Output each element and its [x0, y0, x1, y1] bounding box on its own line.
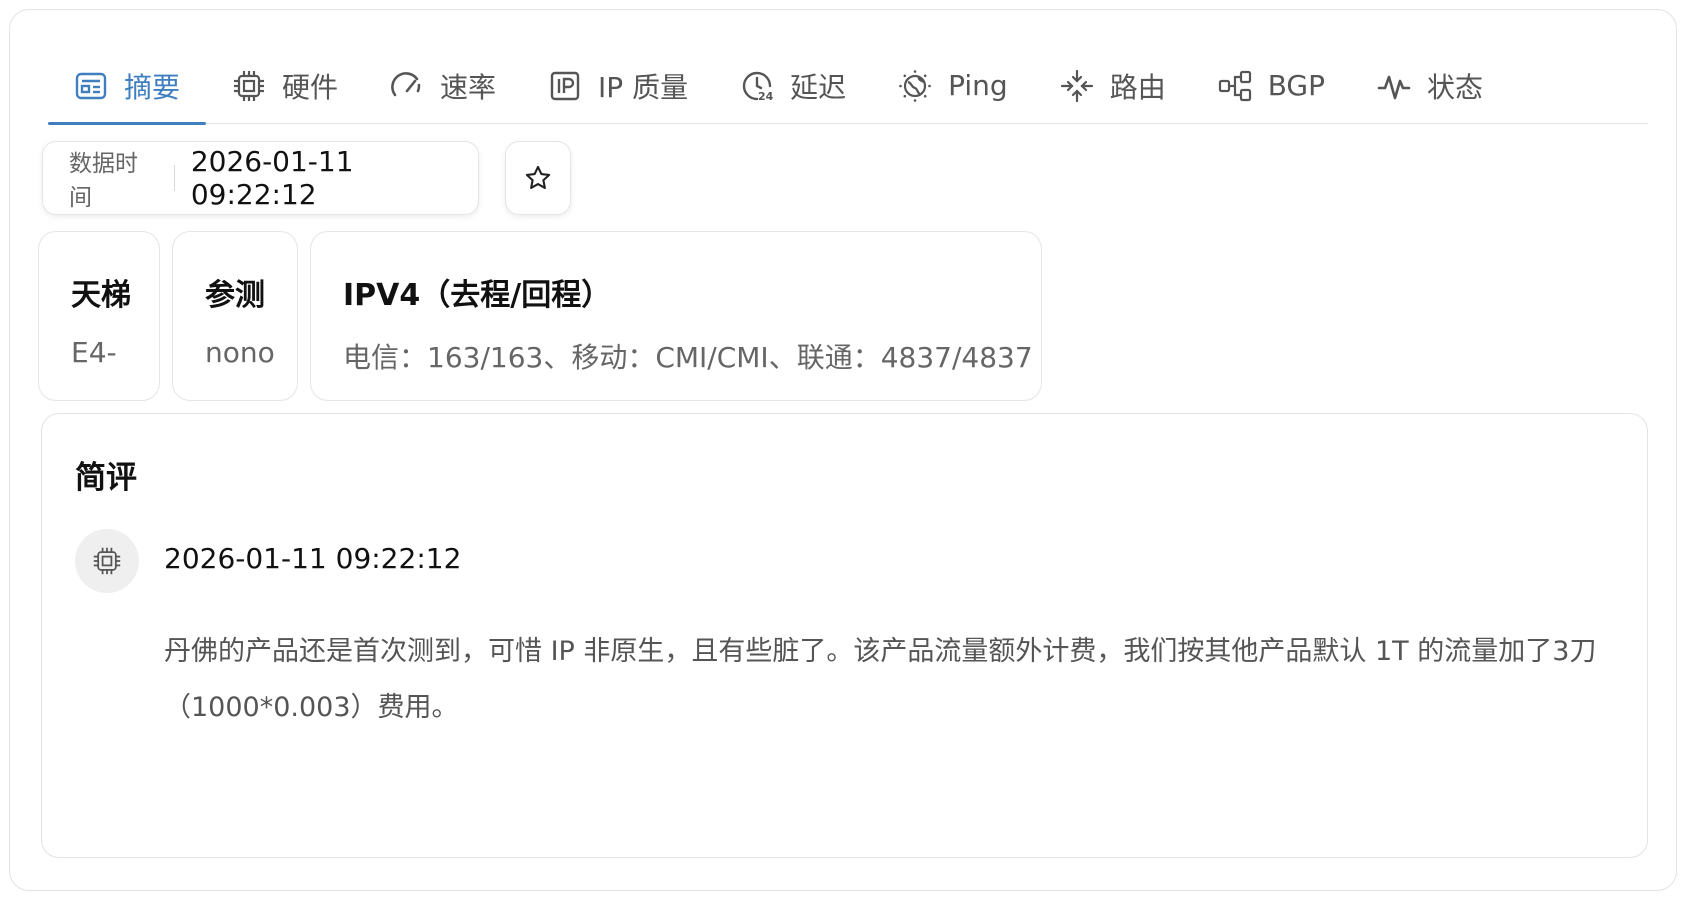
data-time-label: 数据时间 [69, 151, 138, 211]
tab-label: BGP [1267, 69, 1326, 102]
globe-icon [898, 69, 932, 103]
tab-label: 路由 [1109, 70, 1166, 104]
ipv4-title: IPV4（去程/回程） [343, 278, 612, 313]
tab-label: Ping [948, 69, 1008, 102]
tab-label: 状态 [1427, 70, 1484, 104]
tab-label: 延迟 [790, 70, 847, 104]
review-body: 丹佛的产品还是首次测到，可惜 IP 非原生，且有些脏了。该产品流量额外计费，我们… [164, 636, 1597, 723]
chip-icon [92, 546, 122, 576]
tab-speed[interactable]: 速率 [364, 48, 522, 123]
ipv4-value: 电信：163/163、移动：CMI/CMI、联通：4837/4837 [343, 341, 1033, 374]
ip-icon [548, 69, 582, 103]
review-title: 简评 [75, 460, 137, 496]
route-arrows-icon [1060, 69, 1094, 103]
network-nodes-icon [1218, 69, 1252, 103]
tester-value: nono [205, 336, 275, 369]
tab-ping[interactable]: Ping [872, 48, 1034, 123]
tab-status[interactable]: 状态 [1351, 48, 1509, 123]
ladder-card: 天梯 E4- [38, 231, 160, 401]
tester-card: 参测 nono [172, 231, 298, 401]
tab-bgp[interactable]: BGP [1192, 48, 1351, 123]
tab-label: 硬件 [282, 70, 339, 104]
data-time-box: 数据时间 2026-01-11 09:22:12 [42, 141, 479, 215]
tab-bar: 摘要 硬件 速率 IP 质量 24 延迟 Ping 路由 BGP 状态 [48, 48, 1648, 125]
ladder-value: E4- [71, 336, 117, 369]
summary-icon [74, 69, 108, 103]
tab-summary[interactable]: 摘要 [48, 48, 207, 125]
review-panel: 简评 2026-01-11 09:22:12 丹佛的产品还是首次测到，可惜 IP… [41, 413, 1648, 858]
chip-icon [232, 69, 266, 103]
tab-label: IP 质量 [598, 70, 689, 104]
pulse-icon [1377, 69, 1411, 103]
clock-24-icon: 24 [740, 69, 774, 103]
ladder-title: 天梯 [71, 278, 131, 313]
tab-ip-quality[interactable]: IP 质量 [522, 48, 714, 123]
divider [173, 165, 175, 191]
data-time-value: 2026-01-11 09:22:12 [190, 145, 354, 211]
ipv4-route-card: IPV4（去程/回程） 电信：163/163、移动：CMI/CMI、联通：483… [310, 231, 1042, 401]
tab-hardware[interactable]: 硬件 [206, 48, 364, 123]
svg-text:24: 24 [758, 90, 774, 103]
tester-title: 参测 [205, 278, 265, 313]
star-icon [524, 164, 552, 192]
tab-label: 摘要 [124, 70, 181, 104]
review-time: 2026-01-11 09:22:12 [164, 542, 462, 575]
tab-route[interactable]: 路由 [1034, 48, 1192, 123]
gauge-icon [390, 69, 424, 103]
tab-latency[interactable]: 24 延迟 [714, 48, 872, 123]
favorite-button[interactable] [505, 141, 571, 215]
tab-label: 速率 [440, 70, 497, 104]
avatar [75, 529, 139, 593]
